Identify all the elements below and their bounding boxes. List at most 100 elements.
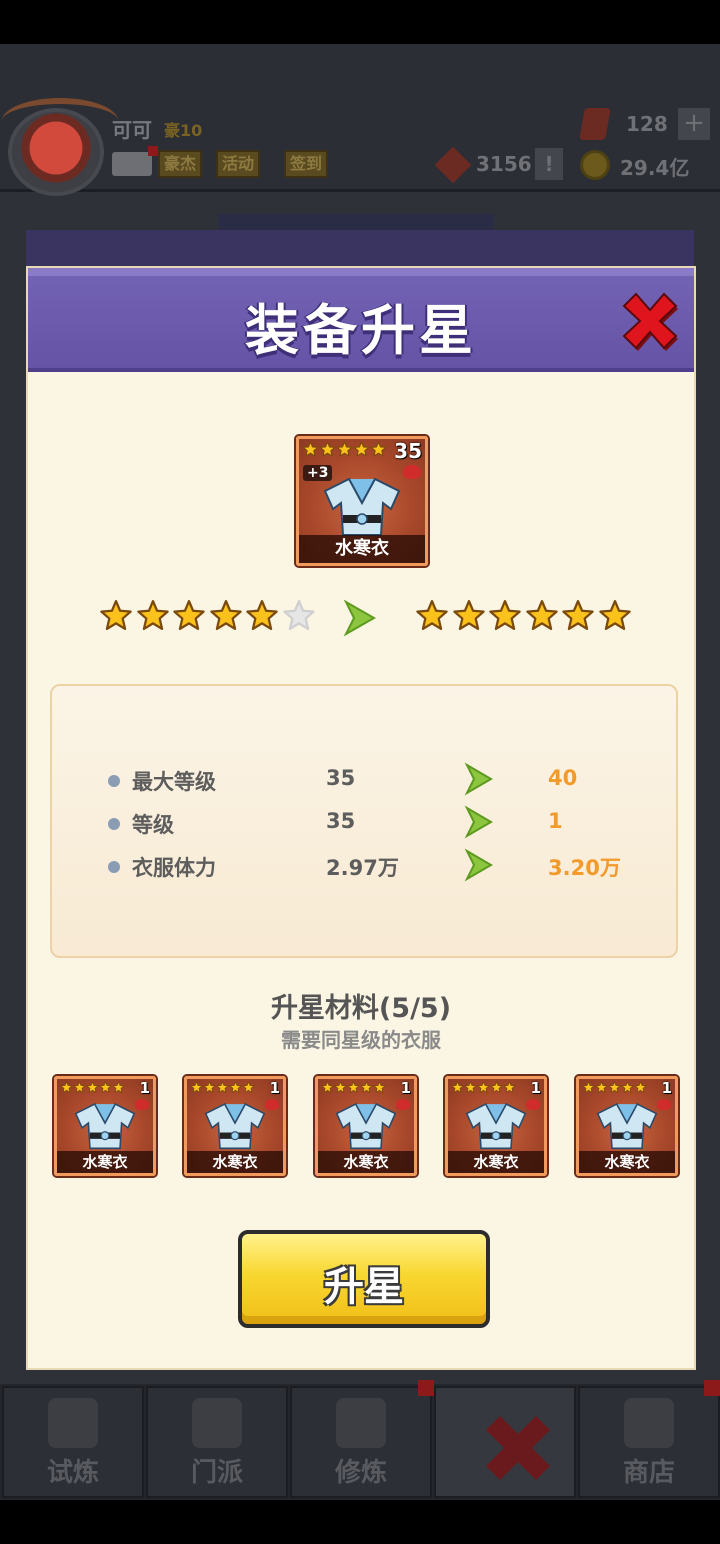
- star-filled-icon: [302, 441, 319, 457]
- material-item-card[interactable]: 1 水寒衣: [54, 1076, 156, 1176]
- background-header-strip: [26, 230, 694, 270]
- nav-item-cultivate[interactable]: 修炼: [290, 1386, 432, 1498]
- item-level: 1: [400, 1079, 411, 1097]
- nav-item-shop[interactable]: 商店: [578, 1386, 720, 1498]
- stat-current-value: 2.97万: [326, 856, 399, 880]
- star-filled-icon: [137, 599, 169, 631]
- robe-icon: [323, 477, 401, 536]
- star-filled-icon: [246, 599, 278, 631]
- coin-count: 29.4亿: [620, 156, 690, 180]
- star-filled-icon: [464, 1081, 477, 1093]
- system-nav-bar: [0, 1500, 720, 1544]
- notification-badge: [418, 1380, 434, 1396]
- star-filled-icon: [347, 1081, 360, 1093]
- stats-comparison-panel: 最大等级 35 40 等级 35 1 衣服体力 2.97万 3.20万: [50, 684, 678, 958]
- bullet-dot: [108, 818, 120, 830]
- temple-icon: [192, 1398, 242, 1448]
- star-filled-icon: [582, 1081, 595, 1093]
- add-gems-button[interactable]: +: [678, 108, 710, 140]
- star-filled-icon: [321, 1081, 334, 1093]
- status-bar: [0, 0, 720, 44]
- star-filled-icon: [73, 1081, 86, 1093]
- item-star-rating: [302, 441, 387, 458]
- item-level: 1: [269, 1079, 280, 1097]
- materials-title: 升星材料(5/5): [270, 993, 452, 1024]
- vip-badge: 豪10: [164, 121, 203, 140]
- star-filled-icon: [489, 599, 521, 631]
- close-button[interactable]: [620, 290, 680, 352]
- nav-item-trial[interactable]: 试炼: [2, 1386, 144, 1498]
- item-star-rating: [321, 1081, 386, 1094]
- star-filled-icon: [490, 1081, 503, 1093]
- item-name: 水寒衣: [187, 1151, 283, 1173]
- star-filled-icon: [336, 441, 353, 457]
- star-filled-icon: [595, 1081, 608, 1093]
- mail-icon[interactable]: [112, 146, 158, 176]
- robe-icon: [596, 1103, 658, 1150]
- star-filled-icon: [526, 599, 558, 631]
- material-item-card[interactable]: 1 水寒衣: [576, 1076, 678, 1176]
- robe-icon: [74, 1103, 136, 1150]
- bullet-dot: [108, 861, 120, 873]
- alert-button[interactable]: !: [535, 148, 563, 180]
- dialog-title: 装备升星: [245, 299, 477, 362]
- dialog-header: 装备升星: [28, 268, 694, 372]
- star-filled-icon: [100, 599, 132, 631]
- star-filled-icon: [360, 1081, 373, 1093]
- star-filled-icon: [453, 599, 485, 631]
- item-name: 水寒衣: [57, 1151, 153, 1173]
- star-filled-icon: [216, 1081, 229, 1093]
- star-filled-icon: [370, 441, 387, 457]
- bullet-dot: [108, 775, 120, 787]
- robe-icon: [465, 1103, 527, 1150]
- material-item-card[interactable]: 1 水寒衣: [445, 1076, 547, 1176]
- material-item-card[interactable]: 1 水寒衣: [184, 1076, 286, 1176]
- arrow-right-icon: [343, 599, 377, 637]
- arrow-right-icon: [464, 848, 493, 882]
- star-filled-icon: [334, 1081, 347, 1093]
- star-filled-icon: [203, 1081, 216, 1093]
- upgrade-star-button[interactable]: 升星: [238, 1230, 490, 1328]
- star-filled-icon: [503, 1081, 516, 1093]
- arrow-right-icon: [464, 805, 493, 839]
- hud-tag-checkin[interactable]: 签到: [284, 150, 329, 178]
- coin-icon: [580, 150, 610, 180]
- equipment-item-card[interactable]: 35 +3 水寒衣: [296, 436, 428, 566]
- star-upgrade-dialog: 装备升星 35 +3 水寒衣 最大等级 35 40 等级 35 1 衣服体力 2.97万 3.2…: [26, 266, 696, 1370]
- token-count: 3156: [476, 152, 532, 176]
- shop-icon: [624, 1398, 674, 1448]
- item-level: 1: [661, 1079, 672, 1097]
- star-empty-icon: [283, 599, 315, 631]
- star-filled-icon: [86, 1081, 99, 1093]
- item-name: 水寒衣: [318, 1151, 414, 1173]
- item-level: 1: [139, 1079, 150, 1097]
- item-level: 35: [394, 439, 422, 463]
- current-star-rating: [98, 598, 317, 634]
- stat-name: 等级: [132, 813, 174, 837]
- nav-label: 修炼: [334, 1458, 387, 1488]
- material-item-card[interactable]: 1 水寒衣: [315, 1076, 417, 1176]
- close-icon: [486, 1416, 550, 1480]
- nav-label: 商店: [622, 1458, 675, 1488]
- stat-current-value: 35: [326, 766, 356, 790]
- robe-icon: [204, 1103, 266, 1150]
- star-filled-icon: [634, 1081, 647, 1093]
- arrow-right-icon: [464, 762, 493, 796]
- hud-tag-hero[interactable]: 豪杰: [158, 150, 203, 178]
- hud-tag-activity[interactable]: 活动: [216, 150, 261, 178]
- stat-new-value: 1: [548, 809, 563, 833]
- stat-name: 最大等级: [132, 770, 216, 794]
- star-filled-icon: [599, 599, 631, 631]
- next-star-rating: [414, 598, 633, 634]
- star-filled-icon: [477, 1081, 490, 1093]
- star-filled-icon: [242, 1081, 255, 1093]
- nav-label: 门派: [190, 1458, 243, 1488]
- nav-item-sect[interactable]: 门派: [146, 1386, 288, 1498]
- star-filled-icon: [190, 1081, 203, 1093]
- player-avatar[interactable]: [2, 98, 118, 196]
- star-filled-icon: [562, 599, 594, 631]
- star-filled-icon: [99, 1081, 112, 1093]
- stat-new-value: 3.20万: [548, 856, 621, 880]
- stat-row: 最大等级 35 40: [52, 760, 676, 800]
- item-name: 水寒衣: [579, 1151, 675, 1173]
